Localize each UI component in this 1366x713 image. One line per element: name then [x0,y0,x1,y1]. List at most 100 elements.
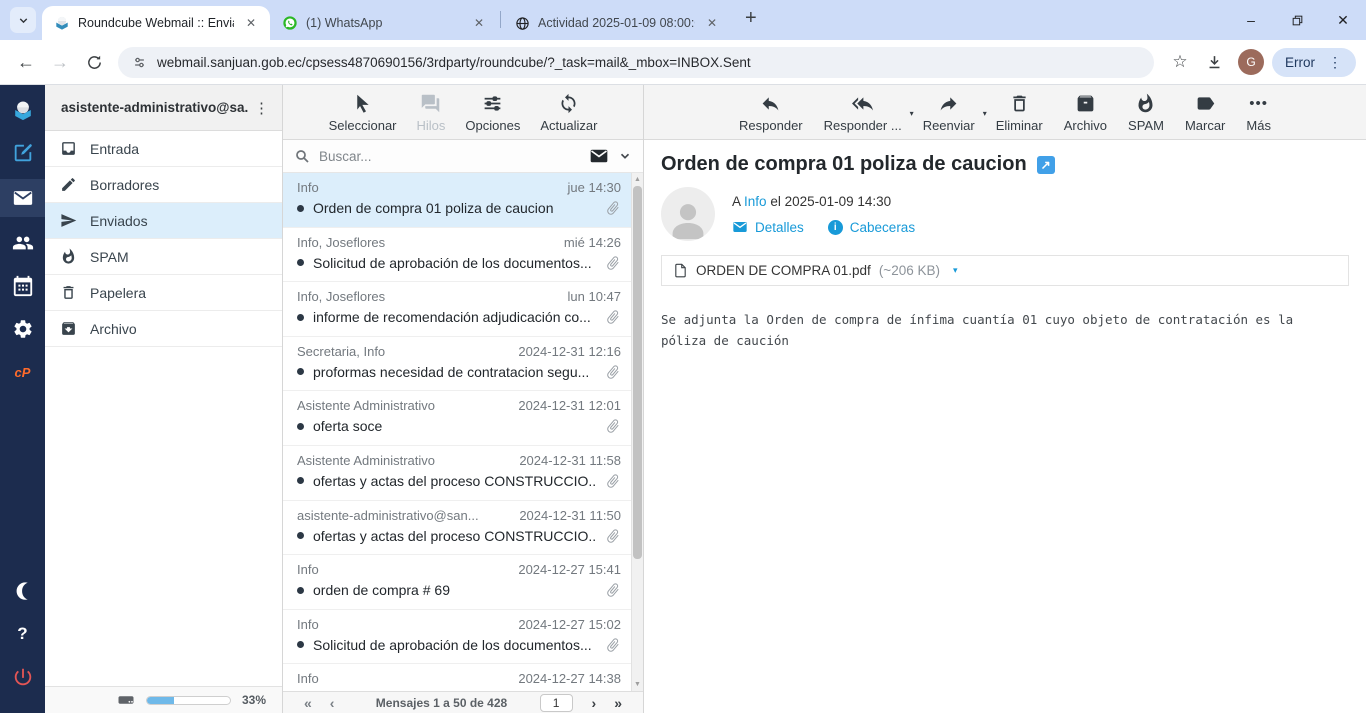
reply-icon [760,93,781,114]
reply-button[interactable]: Responder [739,93,803,139]
cpanel-nav-button[interactable]: cP [0,355,45,389]
recipient-link[interactable]: Info [744,194,767,209]
prev-page-button[interactable]: ‹ [321,695,344,711]
search-options-chevron-icon[interactable] [618,149,632,163]
reply-all-button[interactable]: Responder ... ▾ [824,93,902,139]
compose-icon [12,142,34,164]
mail-nav-button[interactable] [0,179,45,217]
minimize-button[interactable]: – [1228,0,1274,40]
mark-button[interactable]: Marcar [1185,93,1225,139]
url-bar[interactable]: webmail.sanjuan.gob.ec/cpsess4870690156/… [118,47,1154,78]
message-row[interactable]: Info2024-12-27 15:02 Solicitud de aproba… [283,610,631,665]
options-button[interactable]: Opciones [465,93,520,139]
search-bar [283,140,643,173]
message-sender: Info, Joseflores [297,235,385,250]
message-row[interactable]: Asistente Administrativo2024-12-31 12:01… [283,391,631,446]
tab-close-icon[interactable]: ✕ [703,14,721,32]
folder-item-enviados[interactable]: Enviados [45,203,282,239]
headers-toggle[interactable]: i Cabeceras [828,220,915,235]
forward-button[interactable]: Reenviar ▾ [923,93,975,139]
folder-item-papelera[interactable]: Papelera [45,275,282,311]
logout-button[interactable] [0,660,45,694]
list-scrollbar[interactable]: ▲ ▼ [631,173,643,691]
message-sender: Info [297,671,319,686]
threads-button[interactable]: Hilos [417,93,446,139]
search-input[interactable] [319,149,580,164]
search-scope-envelope-icon[interactable] [589,146,609,166]
page-number-input[interactable]: 1 [540,694,573,712]
reload-button[interactable] [78,46,110,78]
message-row[interactable]: Secretaria, Info2024-12-31 12:16 proform… [283,337,631,392]
folder-item-entrada[interactable]: Entrada [45,131,282,167]
attachment-menu-caret-icon[interactable]: ▾ [953,265,958,276]
message-row[interactable]: Info, Josefloreslun 10:47 informe de rec… [283,282,631,337]
scroll-up-icon[interactable]: ▲ [632,176,643,183]
folder-menu-kebab-icon[interactable]: ⋮ [248,99,274,117]
tab-close-icon[interactable]: ✕ [470,14,488,32]
last-page-button[interactable]: » [605,695,631,711]
button-label: Archivo [1064,118,1107,133]
spam-button[interactable]: SPAM [1128,93,1164,139]
browser-menu-button[interactable]: Error ⋮ [1272,48,1356,77]
message-row[interactable]: Info2024-12-27 14:38 [283,664,631,691]
message-sender: Info [297,562,319,577]
close-window-button[interactable]: ✕ [1320,0,1366,40]
bookmark-star-icon[interactable]: ☆ [1164,46,1196,78]
storage-icon [117,691,135,709]
first-page-button[interactable]: « [295,695,321,711]
calendar-nav-button[interactable] [0,269,45,303]
tab-whatsapp[interactable]: (1) WhatsApp ✕ [270,6,498,40]
message-row[interactable]: Info, Josefloresmié 14:26 Solicitud de a… [283,228,631,283]
select-button[interactable]: Seleccionar [329,93,397,139]
message-subject: ofertas y actas del proceso CONSTRUCCIO.… [313,473,596,489]
next-page-button[interactable]: › [583,695,606,711]
open-in-new-window-icon[interactable]: ↗ [1037,156,1055,174]
folder-item-borradores[interactable]: Borradores [45,167,282,203]
message-subject: orden de compra # 69 [313,582,596,598]
message-date: lun 10:47 [568,289,622,304]
profile-avatar[interactable]: G [1238,49,1264,75]
unread-dot-icon [297,314,304,321]
folder-item-archivo[interactable]: Archivo [45,311,282,347]
downloads-button[interactable] [1198,46,1230,78]
message-subject: oferta soce [313,418,596,434]
forward-button[interactable]: → [44,46,76,78]
pencil-icon [60,176,77,193]
tab-search-button[interactable] [10,7,36,33]
compose-button[interactable] [0,136,45,170]
dark-mode-button[interactable] [0,574,45,608]
globe-favicon [515,16,530,31]
to-label: A [732,194,740,209]
attachment-item[interactable]: ORDEN DE COMPRA 01.pdf (~206 KB) ▾ [661,255,1349,286]
button-label: Reenviar [923,118,975,133]
restore-button[interactable] [1274,0,1320,40]
message-content: Orden de compra 01 poliza de caucion ↗ A… [644,140,1366,364]
new-tab-button[interactable]: + [741,7,761,30]
settings-nav-button[interactable] [0,312,45,346]
tab-roundcube[interactable]: Roundcube Webmail :: Enviados ✕ [42,6,270,40]
message-row[interactable]: asistente-administrativo@san...2024-12-3… [283,501,631,556]
refresh-button[interactable]: Actualizar [540,93,597,139]
message-row[interactable]: Asistente Administrativo2024-12-31 11:58… [283,446,631,501]
paperclip-icon [605,255,621,271]
delete-button[interactable]: Eliminar [996,93,1043,139]
message-row[interactable]: Info2024-12-27 15:41 orden de compra # 6… [283,555,631,610]
tab-actividad[interactable]: Actividad 2025-01-09 08:00:00 ✕ [503,6,731,40]
kebab-menu-icon: ⋮ [1322,54,1348,71]
details-toggle[interactable]: Detalles [732,219,804,235]
button-label: Responder [739,118,803,133]
contacts-nav-button[interactable] [0,226,45,260]
message-row[interactable]: Infojue 14:30 Orden de compra 01 poliza … [283,173,631,228]
inbox-icon [60,140,77,157]
dropdown-caret-icon[interactable]: ▾ [983,109,987,118]
tab-close-icon[interactable]: ✕ [242,14,260,32]
scroll-down-icon[interactable]: ▼ [632,681,643,688]
folder-item-spam[interactable]: SPAM [45,239,282,275]
archive-button[interactable]: Archivo [1064,93,1107,139]
dropdown-caret-icon[interactable]: ▾ [910,109,914,118]
more-button[interactable]: ••• Más [1246,93,1271,139]
message-subject: informe de recomendación adjudicación co… [313,309,596,325]
help-button[interactable]: ? [0,617,45,651]
back-button[interactable]: ← [10,46,42,78]
scrollbar-thumb[interactable] [633,186,642,559]
